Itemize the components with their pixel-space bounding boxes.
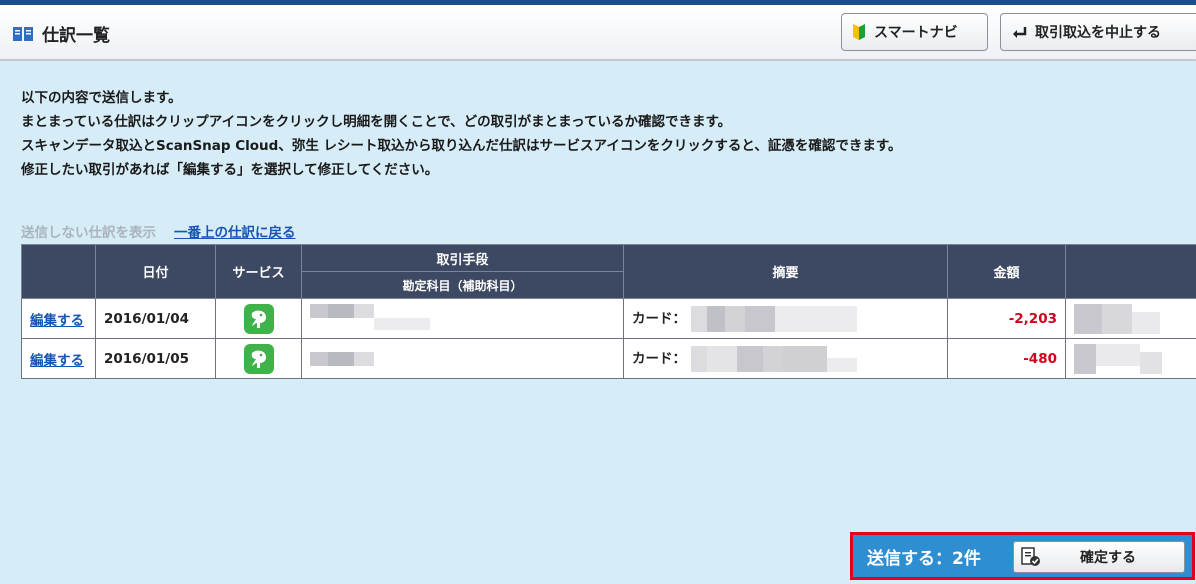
date-cell: 2016/01/04 (95, 298, 216, 339)
confirm-button[interactable]: 確定する (1013, 541, 1185, 573)
service-cell (215, 298, 302, 339)
col-date-header: 日付 (95, 244, 216, 299)
summary-cell: カード： (623, 338, 948, 379)
amount-cell: -2,203 (947, 298, 1066, 339)
instruction-line: まとまっている仕訳はクリップアイコンをクリックし明細を開くことで、どの取引がまと… (21, 114, 732, 130)
instructions: 以下の内容で送信します。 まとまっている仕訳はクリップアイコンをクリックし明細を… (21, 86, 901, 182)
instruction-line: スキャンデータ取込とScanSnap Cloud、弥生 レシート取込から取り込ん… (21, 138, 902, 154)
cancel-import-label: 取引取込を中止する (1035, 25, 1161, 41)
subject-cell (1065, 338, 1196, 379)
col-method-header: 取引手段 (301, 244, 624, 272)
smart-navi-label: スマートナビ (874, 25, 958, 41)
redacted-summary (690, 302, 857, 336)
summary-cell: カード： (623, 298, 948, 339)
col-account-header: 勘定科目（補助科目） (301, 271, 624, 299)
col-subject-header: 科目 (1065, 244, 1196, 299)
elephant-service-icon[interactable] (243, 303, 274, 334)
redacted-summary (690, 342, 857, 376)
return-arrow-icon (1013, 27, 1027, 38)
main-content: 以下の内容で送信します。 まとまっている仕訳はクリップアイコンをクリックし明細を… (0, 63, 1196, 584)
instruction-line: 修正したい取引があれば「編集する」を選択して修正してください。 (21, 162, 439, 178)
date-cell: 2016/01/05 (95, 338, 216, 379)
col-amount-header: 金額 (947, 244, 1066, 299)
send-count: 送信する：2件 (867, 548, 981, 569)
redacted-subject (1074, 342, 1164, 376)
back-to-top-link[interactable]: 一番上の仕訳に戻る (174, 221, 296, 241)
subject-cell (1065, 298, 1196, 339)
book-icon (13, 26, 33, 41)
cancel-import-button[interactable]: 取引取込を中止する (1000, 13, 1196, 51)
confirm-label: 確定する (1080, 550, 1136, 566)
beginner-mark-icon (853, 24, 865, 40)
col-service-header: サービス (215, 244, 302, 299)
journal-table: 日付 サービス 取引手段 摘要 金額 科目 勘定科目（補助科目） 編集する 20… (21, 244, 1196, 379)
title-wrap: 仕訳一覧 (12, 21, 110, 46)
edit-link[interactable]: 編集する (30, 313, 84, 329)
edit-link[interactable]: 編集する (30, 353, 84, 369)
smart-navi-button[interactable]: スマートナビ (841, 13, 988, 51)
page-title: 仕訳一覧 (42, 26, 110, 46)
elephant-service-icon[interactable] (243, 343, 274, 374)
redacted-subject (1074, 302, 1164, 336)
table-row: 編集する 2016/01/05 カード： -480 (21, 338, 1196, 379)
redacted-account (310, 342, 390, 376)
summary-prefix: カード： (632, 310, 686, 327)
col-edit-header (21, 244, 96, 299)
summary-prefix: カード： (632, 350, 686, 367)
journal-table-wrap: 日付 サービス 取引手段 摘要 金額 科目 勘定科目（補助科目） 編集する 20… (21, 244, 1196, 382)
show-unsent-link[interactable]: 送信しない仕訳を表示 (21, 221, 156, 241)
service-cell (215, 338, 302, 379)
amount-cell: -480 (947, 338, 1066, 379)
table-links: 送信しない仕訳を表示 一番上の仕訳に戻る (21, 221, 296, 241)
send-confirm-bar: 送信する：2件 確定する (850, 532, 1195, 580)
instruction-line: 以下の内容で送信します。 (21, 90, 182, 106)
col-summary-header: 摘要 (623, 244, 948, 299)
page-header: 仕訳一覧 スマートナビ 取引取込を中止する (0, 5, 1196, 61)
redacted-account (310, 302, 430, 336)
account-cell (301, 298, 624, 339)
table-row: 編集する 2016/01/04 カード： -2,203 (21, 298, 1196, 339)
account-cell (301, 338, 624, 379)
